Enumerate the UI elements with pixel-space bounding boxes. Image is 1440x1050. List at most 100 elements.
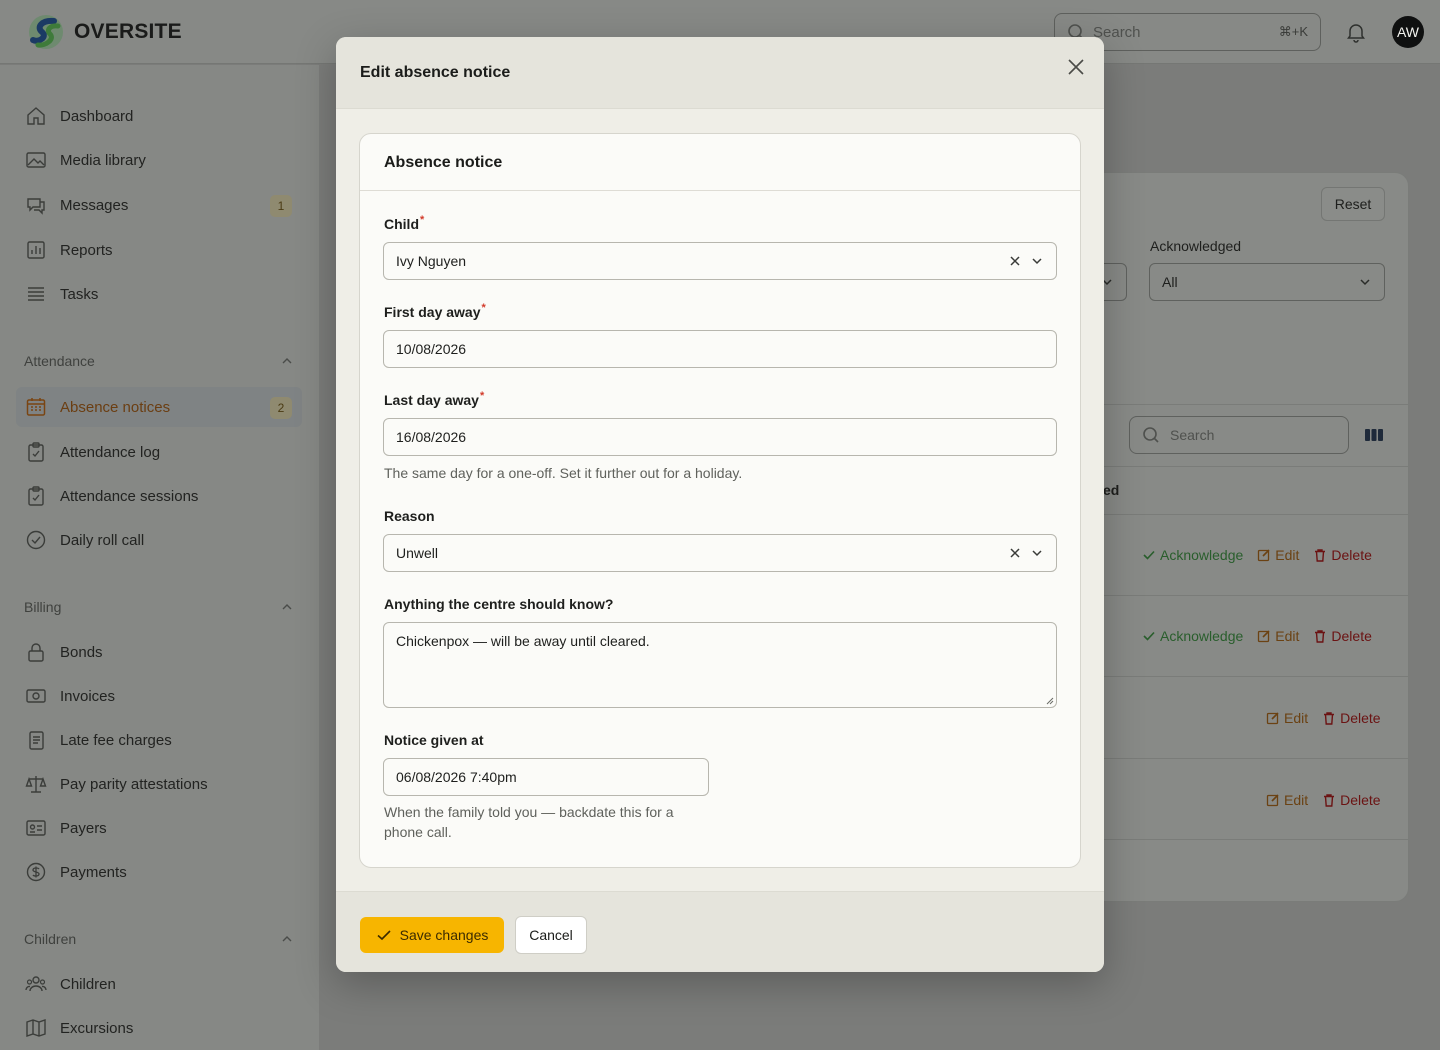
sidebar-item-daily-roll-call[interactable]: Daily roll call bbox=[16, 520, 302, 560]
sidebar-item-label: Attendance sessions bbox=[60, 487, 199, 505]
table-row-actions: Edit Delete bbox=[1266, 710, 1381, 726]
sidebar-item-messages[interactable]: Messages 1 bbox=[16, 185, 302, 225]
lock-icon bbox=[24, 640, 48, 664]
nav-group-children[interactable]: Children bbox=[24, 931, 294, 947]
save-changes-button[interactable]: Save changes bbox=[360, 917, 504, 953]
trash-icon bbox=[1324, 794, 1335, 807]
acknowledge-link[interactable]: Acknowledge bbox=[1142, 547, 1243, 563]
notes-label: Anything the centre should know? bbox=[384, 596, 614, 612]
acknowledged-filter-label: Acknowledged bbox=[1150, 238, 1242, 254]
sidebar-item-bonds[interactable]: Bonds bbox=[16, 632, 302, 672]
brand-logo[interactable]: OVERSITE bbox=[28, 14, 182, 50]
notice-given-help-line: When the family told you — backdate this… bbox=[384, 804, 674, 820]
sidebar-item-absence-notices[interactable]: Absence notices 2 bbox=[16, 387, 302, 427]
reset-filters-button[interactable]: Reset bbox=[1321, 187, 1385, 221]
nav-group-billing[interactable]: Billing bbox=[24, 599, 294, 615]
edit-label: Edit bbox=[1284, 792, 1309, 808]
sidebar-item-label: Dashboard bbox=[60, 107, 134, 125]
edit-link[interactable]: Edit bbox=[1257, 547, 1299, 563]
delete-link[interactable]: Delete bbox=[1313, 547, 1372, 563]
sidebar-item-label: Children bbox=[60, 975, 116, 993]
cancel-button[interactable]: Cancel bbox=[515, 916, 587, 954]
notes-textarea[interactable]: Chickenpox — will be away until cleared. bbox=[383, 622, 1057, 708]
sidebar-item-late-fee-charges[interactable]: Late fee charges bbox=[16, 720, 302, 760]
sidebar-item-attendance-log[interactable]: Attendance log bbox=[16, 432, 302, 472]
acknowledge-label: Acknowledge bbox=[1160, 547, 1244, 563]
delete-link[interactable]: Delete bbox=[1313, 628, 1372, 644]
clear-icon[interactable] bbox=[1008, 546, 1022, 560]
sidebar-item-label: Attendance log bbox=[60, 443, 161, 461]
sidebar-item-payments[interactable]: Payments bbox=[16, 852, 302, 892]
chevron-down-icon[interactable] bbox=[1030, 546, 1044, 560]
edit-link[interactable]: Edit bbox=[1266, 710, 1308, 726]
child-select[interactable]: Ivy Nguyen bbox=[383, 242, 1057, 280]
edit-link[interactable]: Edit bbox=[1257, 628, 1299, 644]
columns-icon[interactable] bbox=[1364, 427, 1384, 443]
brand-name: OVERSITE bbox=[74, 20, 182, 43]
acknowledge-label: Acknowledge bbox=[1160, 628, 1244, 644]
notes-value: Chickenpox — will be away until cleared. bbox=[396, 633, 650, 649]
modal-title: Edit absence notice bbox=[360, 64, 511, 81]
bell-icon[interactable] bbox=[1344, 20, 1368, 44]
banknote-icon bbox=[24, 684, 48, 708]
sidebar-item-attendance-sessions[interactable]: Attendance sessions bbox=[16, 476, 302, 516]
card-title: Absence notice bbox=[384, 154, 503, 171]
clear-icon[interactable] bbox=[1008, 254, 1022, 268]
divider bbox=[1061, 404, 1408, 405]
reason-select[interactable]: Unwell bbox=[383, 534, 1057, 572]
dollar-icon bbox=[24, 860, 48, 884]
sidebar-item-invoices[interactable]: Invoices bbox=[16, 676, 302, 716]
acknowledged-filter-select[interactable]: All bbox=[1149, 263, 1385, 301]
required-mark: * bbox=[481, 302, 486, 314]
sidebar-item-children[interactable]: Children bbox=[16, 964, 302, 1004]
child-label: Child* bbox=[384, 214, 425, 232]
sidebar-item-label: Reports bbox=[60, 241, 113, 259]
sidebar-item-payers[interactable]: Payers bbox=[16, 808, 302, 848]
sidebar-item-label: Invoices bbox=[60, 687, 116, 705]
scale-icon bbox=[24, 772, 48, 796]
required-mark: * bbox=[420, 214, 425, 226]
last-day-value: 16/08/2026 bbox=[396, 429, 467, 445]
last-day-input[interactable]: 16/08/2026 bbox=[383, 418, 1057, 456]
chevron-down-icon[interactable] bbox=[1030, 254, 1044, 268]
avatar[interactable]: AW bbox=[1392, 16, 1424, 48]
absence-notice-card: Absence notice Child* Ivy Nguyen First d… bbox=[359, 133, 1081, 868]
reason-label: Reason bbox=[384, 508, 435, 524]
nav-group-attendance[interactable]: Attendance bbox=[24, 353, 294, 369]
delete-link[interactable]: Delete bbox=[1322, 710, 1381, 726]
divider bbox=[1061, 595, 1408, 596]
check-icon bbox=[1143, 631, 1155, 641]
sidebar-item-tasks[interactable]: Tasks bbox=[16, 274, 302, 314]
sidebar-item-label: Late fee charges bbox=[60, 731, 172, 749]
sidebar-item-dashboard[interactable]: Dashboard bbox=[16, 96, 302, 136]
sidebar-item-label: Payers bbox=[60, 819, 107, 837]
sidebar-item-label: Payments bbox=[60, 863, 127, 881]
clipboard-icon bbox=[24, 440, 48, 464]
card-header: Absence notice bbox=[360, 134, 1080, 191]
sidebar-item-reports[interactable]: Reports bbox=[16, 230, 302, 270]
delete-label: Delete bbox=[1340, 792, 1381, 808]
chat-icon bbox=[24, 193, 48, 217]
divider bbox=[1061, 514, 1408, 515]
first-day-input[interactable]: 10/08/2026 bbox=[383, 330, 1057, 368]
resize-grip-icon[interactable] bbox=[1044, 695, 1054, 705]
close-icon bbox=[1068, 59, 1084, 75]
sidebar-item-pay-parity-attestations[interactable]: Pay parity attestations bbox=[16, 764, 302, 804]
nav-group-label: Children bbox=[24, 931, 77, 947]
edit-link[interactable]: Edit bbox=[1266, 792, 1308, 808]
table-row-actions: Acknowledge Edit Delete bbox=[1142, 547, 1372, 563]
acknowledge-link[interactable]: Acknowledge bbox=[1142, 628, 1243, 644]
edit-label: Edit bbox=[1275, 547, 1300, 563]
table-search-input[interactable]: Search bbox=[1129, 416, 1349, 454]
sidebar-item-label: Pay parity attestations bbox=[60, 775, 208, 793]
sidebar-item-label: Excursions bbox=[60, 1019, 134, 1037]
notice-given-label: Notice given at bbox=[384, 732, 484, 748]
close-button[interactable] bbox=[1064, 55, 1088, 79]
sidebar-item-excursions[interactable]: Excursions bbox=[16, 1008, 302, 1048]
sidebar-item-label: Media library bbox=[60, 151, 146, 169]
delete-link[interactable]: Delete bbox=[1322, 792, 1381, 808]
notice-given-input[interactable]: 06/08/2026 7:40pm bbox=[383, 758, 709, 796]
calendar-icon bbox=[24, 395, 48, 419]
edit-icon bbox=[1266, 794, 1279, 807]
sidebar-item-media-library[interactable]: Media library bbox=[16, 140, 302, 180]
